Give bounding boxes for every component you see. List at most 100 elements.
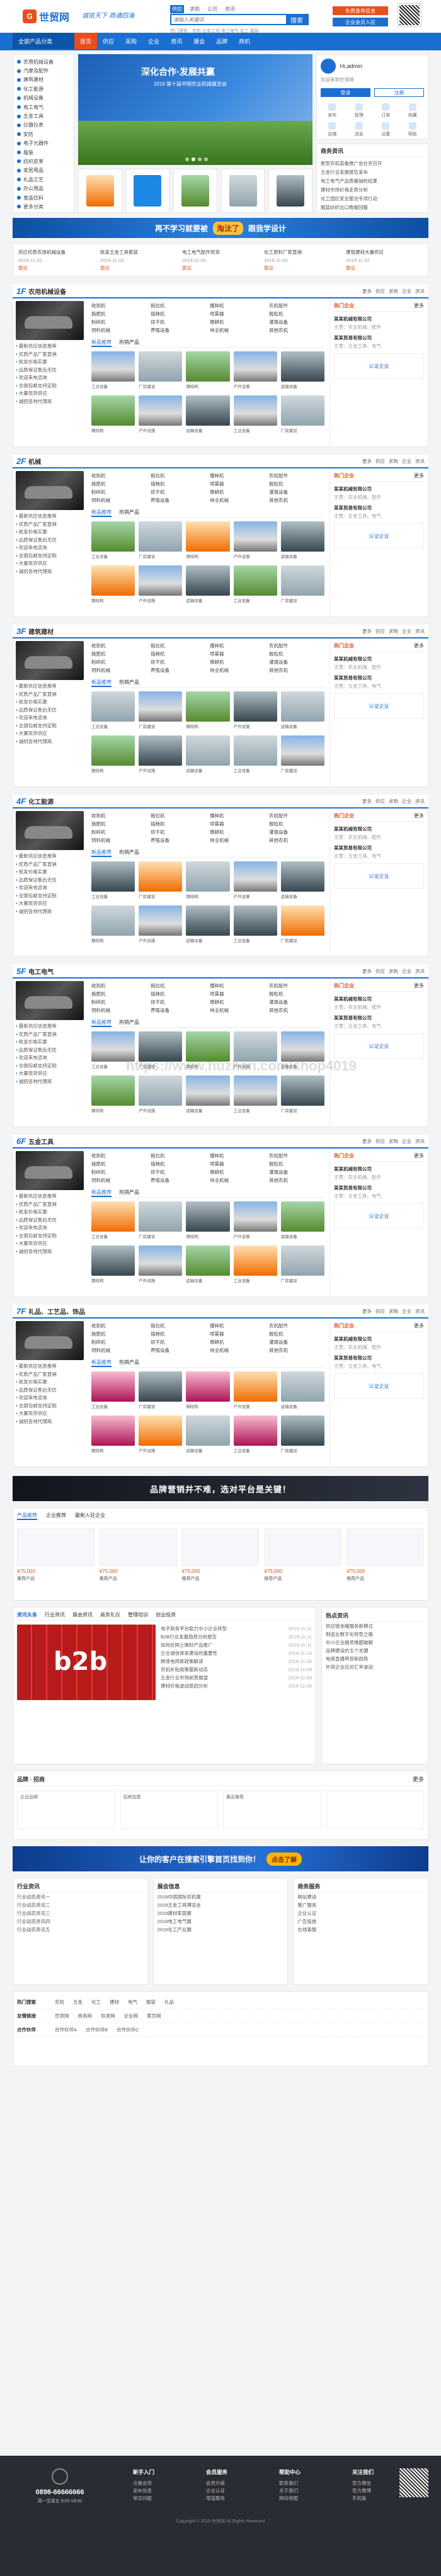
product-card[interactable]: 厂房建设 (280, 905, 324, 946)
category-item[interactable]: 农用机械设备 (13, 57, 74, 66)
floor-tab[interactable]: 供应 (375, 1138, 385, 1145)
floor-category-link[interactable]: 收割机 (91, 1322, 147, 1329)
floor-category-link[interactable]: 插秧机 (151, 480, 206, 487)
link-item[interactable]: 合作伙伴B (86, 2026, 108, 2033)
product-card[interactable]: 户外设施 (139, 565, 183, 606)
link-item[interactable]: 黄页网 (147, 2012, 161, 2019)
user-shortcut[interactable]: 管理 (348, 103, 371, 118)
product-card[interactable]: 运输设备 (280, 351, 324, 392)
site-logo[interactable]: G 世贸网 (23, 8, 73, 25)
floor-category-link[interactable]: 脱粒机 (269, 310, 324, 317)
supply-card[interactable]: 批发五金工具套装 2019-11-02 面议 (100, 249, 177, 271)
floor-left-link[interactable]: 全国包邮支持定制 (16, 1062, 84, 1070)
floor-category-link[interactable]: 插秧机 (151, 990, 206, 997)
product-card[interactable]: 厂房建设 (280, 735, 324, 776)
floor-left-link[interactable]: 优质产品厂家直销 (16, 1371, 84, 1379)
recommend-card[interactable]: ¥75,000 推荐产品 (17, 1528, 94, 1591)
floor-left-link[interactable]: 最新供应信息推荐 (16, 1023, 84, 1031)
floor-category-link[interactable]: 微耕机 (210, 829, 265, 836)
floor-left-link[interactable]: 优质产品厂家直销 (16, 861, 84, 869)
hot-company-more[interactable]: 更多 (414, 1152, 424, 1159)
floor-category-link[interactable]: 养殖设备 (151, 497, 206, 504)
floor-category-link[interactable]: 农机配件 (269, 302, 324, 309)
product-card[interactable]: 运输设备 (186, 735, 230, 776)
certified-badge[interactable]: 认证企业 (334, 523, 424, 548)
nav-item[interactable]: 展会 (188, 33, 210, 49)
floor-left-link[interactable]: 批发价格实惠 (16, 1378, 84, 1387)
b2b-image[interactable]: b2b (17, 1625, 156, 1700)
floor-category-link[interactable]: 农机配件 (269, 472, 324, 479)
product-tab[interactable]: 热销产品 (119, 1189, 139, 1197)
category-item[interactable]: 电子元器件 (13, 139, 74, 148)
search-tab-buy[interactable]: 求购 (188, 5, 202, 13)
floor-category-link[interactable]: 插秧机 (151, 1160, 206, 1167)
product-tab[interactable]: 新品推荐 (91, 1359, 112, 1367)
floor-left-link[interactable]: 全国包邮支持定制 (16, 1402, 84, 1410)
product-card[interactable]: 运输设备 (186, 1416, 230, 1456)
category-item[interactable]: 服装 (13, 148, 74, 157)
floor-left-link[interactable]: 全国包邮支持定制 (16, 552, 84, 560)
news-item[interactable]: 企业诚信体系建设的重要性 2019-11-10 (161, 1649, 312, 1657)
floor-category-link[interactable]: 播种机 (210, 812, 265, 819)
product-card[interactable]: 运输设备 (186, 395, 230, 436)
floor-tab[interactable]: 企业 (402, 1138, 411, 1145)
footer-link[interactable]: 企业认证 (206, 2487, 227, 2495)
category-item[interactable]: 食品饮料 (13, 193, 74, 202)
floor-category-link[interactable]: 收割机 (91, 302, 147, 309)
product-card[interactable]: 钢结构 (91, 735, 135, 776)
floor-tab[interactable]: 更多 (362, 288, 372, 295)
company-item[interactable]: 某某贸易有限公司 主营：五金工具、电气 (334, 674, 424, 689)
floor-category-link[interactable]: 农机配件 (269, 642, 324, 649)
floor-category-link[interactable]: 喷雾器 (210, 650, 265, 657)
category-item[interactable]: 礼品工艺 (13, 175, 74, 184)
floor-category-link[interactable]: 灌溉设备 (269, 999, 324, 1006)
floor-category-link[interactable]: 林业机械 (210, 327, 265, 334)
product-card[interactable]: 运输设备 (186, 1075, 230, 1116)
floor-category-link[interactable]: 插秧机 (151, 1331, 206, 1337)
product-card[interactable]: 钢结构 (186, 1371, 230, 1412)
floor-category-link[interactable]: 施肥机 (91, 310, 147, 317)
floor-category-link[interactable]: 林业机械 (210, 497, 265, 504)
floor-category-link[interactable]: 农机配件 (269, 1152, 324, 1159)
floor-category-link[interactable]: 播种机 (210, 982, 265, 989)
category-item[interactable]: 建筑建材 (13, 76, 74, 84)
thumb-product[interactable] (78, 169, 122, 213)
floor-category-link[interactable]: 喷雾器 (210, 1331, 265, 1337)
floor-category-link[interactable]: 收割机 (91, 472, 147, 479)
news-tab[interactable]: 展会资讯 (72, 1611, 93, 1618)
thumb-product[interactable] (220, 169, 265, 213)
floor-category-link[interactable]: 拖拉机 (151, 642, 206, 649)
floor-left-link[interactable]: 诚招各地代理商 (16, 1248, 84, 1256)
hot-news-item[interactable]: 电商直播带货新趋势 (326, 1655, 424, 1663)
floor-category-link[interactable]: 脱粒机 (269, 1331, 324, 1337)
floor-category-link[interactable]: 粉碎机 (91, 1169, 147, 1176)
product-card[interactable]: 工业设备 (233, 1416, 277, 1456)
product-tab[interactable]: 热销产品 (119, 679, 139, 687)
news-tab[interactable]: 管理培训 (128, 1611, 148, 1618)
floor-left-link[interactable]: 最新供应信息推荐 (16, 683, 84, 691)
nav-item[interactable]: 企业 (142, 33, 165, 49)
floor-category-link[interactable]: 脱粒机 (269, 990, 324, 997)
user-shortcut[interactable]: 消息 (348, 122, 371, 137)
link-item[interactable]: 合作伙伴C (117, 2026, 139, 2033)
company-item[interactable]: 某某贸易有限公司 主营：五金工具、电气 (334, 1354, 424, 1370)
floor-category-link[interactable]: 脱粒机 (269, 1160, 324, 1167)
product-tab[interactable]: 热销产品 (119, 1359, 139, 1367)
brand-card[interactable]: 招商加盟 (120, 1791, 218, 1829)
floor-tab[interactable]: 更多 (362, 968, 372, 975)
nav-item[interactable]: 品牌 (210, 33, 233, 49)
product-card[interactable]: 工业设备 (233, 905, 277, 946)
product-card[interactable]: 户外设施 (139, 735, 183, 776)
product-card[interactable]: 工业设备 (91, 861, 135, 902)
floor-tab[interactable]: 更多 (362, 628, 372, 635)
brand-card[interactable]: 展会推荐 (223, 1791, 321, 1829)
product-tab[interactable]: 热销产品 (119, 1019, 139, 1027)
floor-category-link[interactable]: 播种机 (210, 642, 265, 649)
product-card[interactable]: 工业设备 (233, 395, 277, 436)
news-item[interactable]: B2B行业发展趋势分析报告 2019-11-11 (161, 1633, 312, 1641)
floor-category-link[interactable]: 施肥机 (91, 650, 147, 657)
product-card[interactable]: 工业设备 (91, 351, 135, 392)
publish-button[interactable]: 免费发布信息 (333, 6, 388, 15)
hot-company-more[interactable]: 更多 (414, 1322, 424, 1329)
floor-category-link[interactable]: 烘干机 (151, 489, 206, 496)
